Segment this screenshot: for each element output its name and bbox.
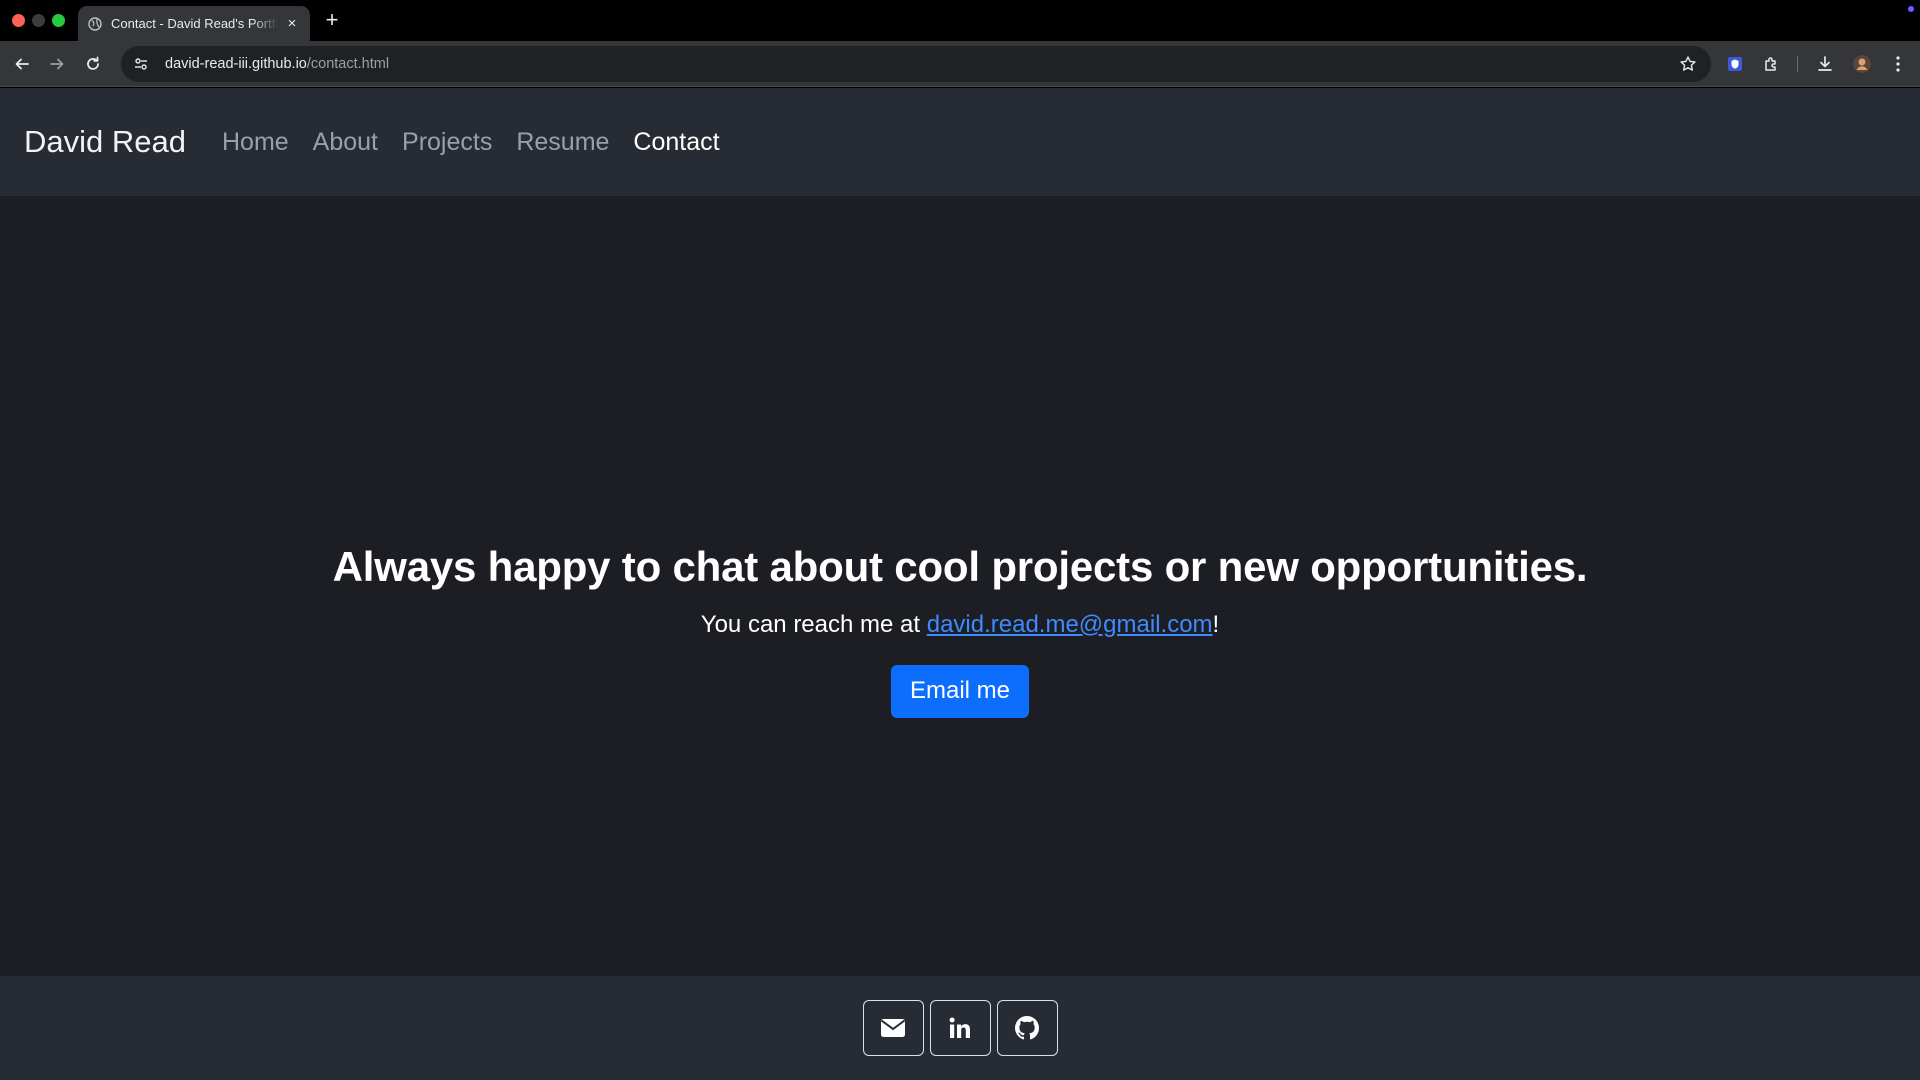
brand-link[interactable]: David Read [24,124,186,160]
window-maximize-dot[interactable] [52,14,65,27]
footer-github-button[interactable] [996,1000,1058,1056]
footer-email-button[interactable] [862,1000,924,1056]
bookmark-star-icon[interactable] [1679,55,1697,73]
page-viewport: David Read Home About Projects Resume Co… [0,88,1920,1080]
nav-link-home[interactable]: Home [222,128,289,157]
reach-suffix: ! [1212,610,1220,638]
email-me-button[interactable]: Email me [890,664,1030,718]
site-footer [0,976,1920,1080]
url-path: /contact.html [306,56,390,72]
url-host: david-read-iii.github.io [165,56,307,72]
new-tab-button[interactable]: + [320,8,344,32]
window-close-dot[interactable] [12,14,25,27]
site-info-icon[interactable] [131,54,151,74]
forward-arrow-icon[interactable] [45,52,69,76]
nav-link-contact[interactable]: Contact [633,128,719,157]
notification-dot [1908,6,1914,12]
page-heading: Always happy to chat about cool projects… [332,542,1588,590]
contact-hero: Always happy to chat about cool projects… [0,196,1920,1064]
toolbar-separator [1797,56,1798,72]
back-arrow-icon[interactable] [10,52,34,76]
extension-shield-icon[interactable] [1724,53,1746,75]
email-link[interactable]: david.read.me@gmail.com [927,611,1213,638]
nav-link-projects[interactable]: Projects [402,128,492,157]
tab-close-icon[interactable]: × [284,15,300,32]
envelope-icon [881,1019,905,1037]
site-navbar: David Read Home About Projects Resume Co… [0,88,1920,196]
extensions-puzzle-icon[interactable] [1761,53,1783,75]
window-minimize-dot[interactable] [32,14,45,27]
github-icon [1015,1016,1039,1040]
nav-link-about[interactable]: About [313,128,378,157]
footer-linkedin-button[interactable] [929,1000,991,1056]
nav-link-resume[interactable]: Resume [516,128,609,157]
browser-tab[interactable]: Contact - David Read's Portfolio × [78,6,310,41]
browser-toolbar: david-read-iii.github.io/contact.html [0,41,1920,87]
download-icon[interactable] [1814,53,1836,75]
reach-text: You can reach me at david.read.me@gmail.… [701,611,1219,639]
reload-icon[interactable] [81,52,105,76]
globe-icon [88,16,102,31]
linkedin-icon [949,1017,971,1039]
browser-menu-icon[interactable] [1887,53,1909,75]
address-bar[interactable]: david-read-iii.github.io/contact.html [121,46,1711,82]
profile-avatar-icon[interactable] [1851,53,1873,75]
tab-title: Contact - David Read's Portfolio [111,16,278,31]
browser-tab-bar: Contact - David Read's Portfolio × + [0,0,1920,41]
reach-prefix: You can reach me at [700,610,927,638]
